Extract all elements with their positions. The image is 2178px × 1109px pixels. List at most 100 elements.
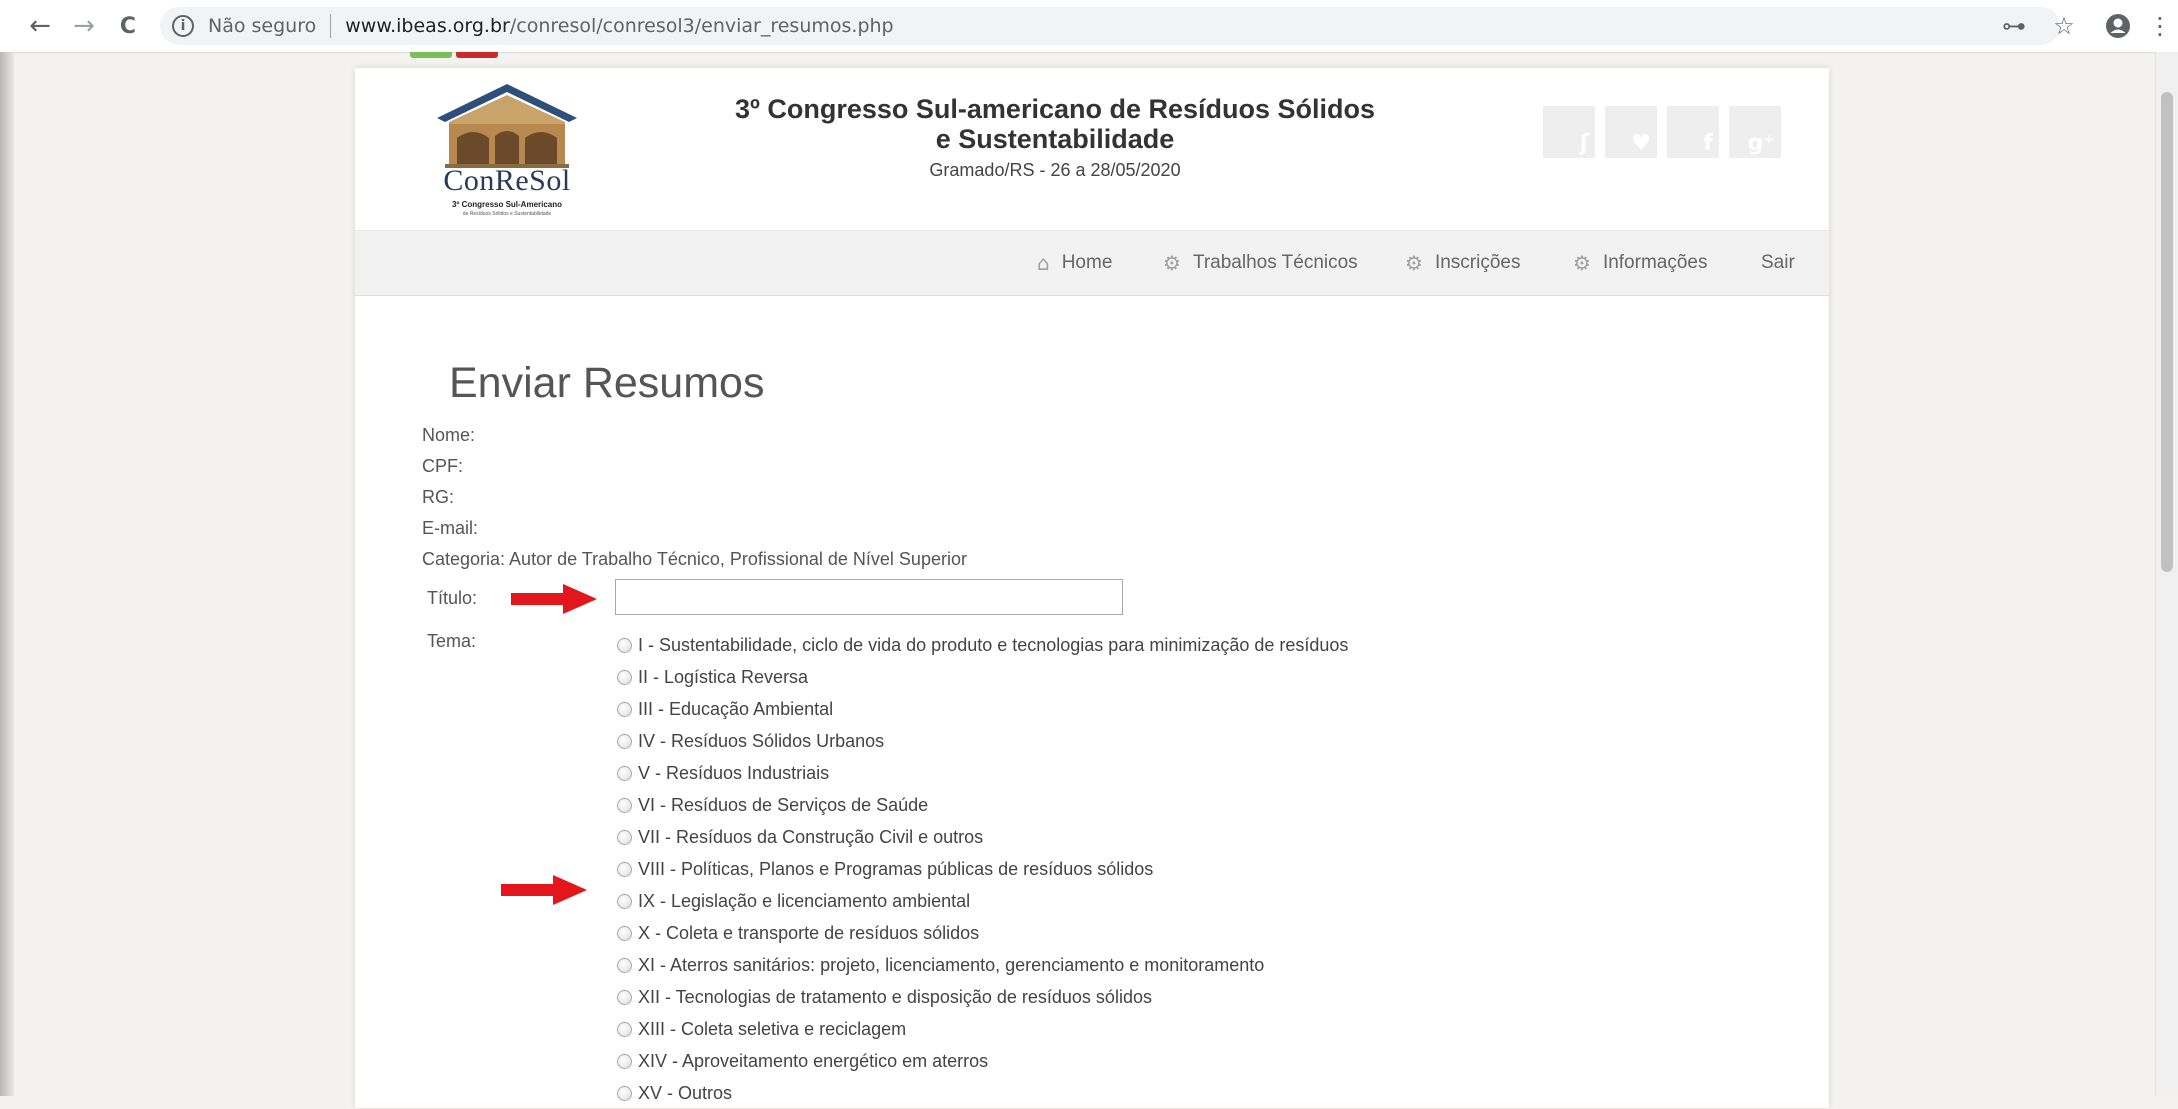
browser-toolbar: ← → C i Não seguro www.ibeas.org.br/conr… — [0, 0, 2178, 53]
address-separator — [330, 14, 332, 38]
tema-option-label: IV - Resíduos Sólidos Urbanos — [638, 730, 885, 751]
tema-option[interactable]: XI - Aterros sanitários: projeto, licenc… — [617, 949, 1264, 981]
menu-item-trabalhos[interactable]: ⚙ Trabalhos Técnicos — [1163, 231, 1358, 295]
tema-option[interactable]: X - Coleta e transporte de resíduos sóli… — [617, 917, 979, 949]
scrollbar[interactable] — [2155, 52, 2178, 1096]
radio-button[interactable] — [617, 733, 632, 749]
tema-option[interactable]: II - Logística Reversa — [617, 661, 808, 693]
menu-icon[interactable]: ⋮ — [2146, 8, 2174, 44]
tema-option[interactable]: VI - Resíduos de Serviços de Saúde — [617, 789, 928, 821]
radio-button[interactable] — [617, 669, 632, 685]
star-icon[interactable]: ☆ — [2046, 8, 2082, 44]
tema-option[interactable]: XIV - Aproveitamento energético em aterr… — [617, 1045, 988, 1077]
radio-button[interactable] — [617, 797, 632, 813]
back-icon[interactable]: ← — [22, 8, 58, 44]
key-icon[interactable]: ⊶ — [1996, 8, 2032, 44]
tema-option-label: XIV - Aproveitamento energético em aterr… — [638, 1050, 989, 1071]
radio-button[interactable] — [617, 701, 632, 717]
tema-label: Tema: — [427, 631, 477, 651]
tema-option[interactable]: VII - Resíduos da Construção Civil e out… — [617, 821, 983, 853]
radio-button[interactable] — [617, 1085, 632, 1101]
tema-option-label: VII - Resíduos da Construção Civil e out… — [638, 826, 984, 847]
tema-option[interactable]: III - Educação Ambiental — [617, 693, 833, 725]
menu-home-label: Home — [1061, 252, 1113, 273]
radio-button[interactable] — [617, 989, 632, 1005]
cpf-label: CPF: — [422, 456, 464, 476]
radio-button[interactable] — [617, 765, 632, 781]
categoria-line: Categoria: Autor de Trabalho Técnico, Pr… — [422, 549, 967, 569]
page-left-edge — [0, 52, 14, 1096]
tema-option[interactable]: XIII - Coleta seletiva e reciclagem — [617, 1013, 906, 1045]
menu-inscricoes-label: Inscrições — [1434, 252, 1521, 273]
tema-option-label: XIII - Coleta seletiva e reciclagem — [638, 1018, 907, 1039]
radio-button[interactable] — [617, 893, 632, 909]
tema-option[interactable]: XV - Outros — [617, 1077, 732, 1109]
menu-trabalhos-label: Trabalhos Técnicos — [1192, 252, 1358, 273]
page-title: Enviar Resumos — [449, 359, 765, 407]
address-bar[interactable]: i Não seguro www.ibeas.org.br/conresol/c… — [160, 7, 2060, 45]
tema-option-label: V - Resíduos Industriais — [638, 762, 830, 783]
home-icon: ⌂ — [1037, 251, 1050, 275]
menu-sair-label: Sair — [1761, 252, 1795, 273]
profile-icon[interactable] — [2100, 8, 2136, 44]
nome-label: Nome: — [422, 425, 476, 445]
rg-label: RG: — [422, 487, 455, 507]
titulo-input[interactable] — [615, 579, 1123, 615]
tema-option-label: XII - Tecnologias de tratamento e dispos… — [638, 986, 1152, 1007]
tema-option-label: I - Sustentabilidade, ciclo de vida do p… — [638, 634, 1349, 655]
facebook-icon[interactable]: f — [1667, 106, 1719, 158]
tema-option[interactable]: I - Sustentabilidade, ciclo de vida do p… — [617, 629, 1348, 661]
info-icon[interactable]: i — [172, 15, 194, 37]
site-header: ConReSol 3º Congresso Sul-Americano de R… — [355, 68, 1829, 230]
site-title: 3º Congresso Sul-americano de Resíduos S… — [735, 94, 1376, 154]
forward-icon[interactable]: → — [66, 8, 102, 44]
gears-icon: ⚙ — [1163, 251, 1181, 275]
tab-peek-green — [410, 52, 452, 58]
tema-option[interactable]: IV - Resíduos Sólidos Urbanos — [617, 725, 884, 757]
logo-wordmark: ConReSol — [443, 164, 571, 197]
gears-icon: ⚙ — [1405, 251, 1423, 275]
titulo-label: Título: — [427, 588, 478, 608]
tema-option[interactable]: VIII - Políticas, Planos e Programas púb… — [617, 853, 1153, 885]
tema-option[interactable]: V - Resíduos Industriais — [617, 757, 829, 789]
twitter-icon[interactable]: ♥ — [1605, 106, 1657, 158]
radio-button[interactable] — [617, 1021, 632, 1037]
content-panel: ConReSol 3º Congresso Sul-Americano de R… — [355, 68, 1829, 1108]
menu-informacoes-label: Informações — [1602, 252, 1708, 273]
menu-item-home[interactable]: ⌂ Home — [1037, 231, 1112, 295]
radio-button[interactable] — [617, 957, 632, 973]
radio-button[interactable] — [617, 861, 632, 877]
tema-option-label: II - Logística Reversa — [638, 666, 809, 687]
rss-icon[interactable]: ʃ — [1543, 106, 1595, 158]
tema-option[interactable]: XII - Tecnologias de tratamento e dispos… — [617, 981, 1152, 1013]
tema-option-label: IX - Legislação e licenciamento ambienta… — [638, 890, 971, 911]
security-label: Não seguro — [208, 15, 317, 37]
menu-item-informacoes[interactable]: ⚙ Informações — [1573, 231, 1707, 295]
logo-building-icon — [437, 84, 577, 168]
menu-item-inscricoes[interactable]: ⚙ Inscrições — [1405, 231, 1520, 295]
reload-icon[interactable]: C — [110, 8, 146, 44]
logo-subtitle-small: de Resíduos Sólidos e Sustentabilidade — [462, 211, 552, 217]
tab-peek-red — [456, 52, 498, 58]
url-domain: www.ibeas.org.br — [345, 15, 510, 37]
radio-button[interactable] — [617, 925, 632, 941]
tema-option-label: XI - Aterros sanitários: projeto, licenc… — [638, 954, 1265, 975]
menu-item-sair[interactable]: Sair — [1761, 231, 1795, 295]
tema-option[interactable]: IX - Legislação e licenciamento ambienta… — [617, 885, 970, 917]
site-subtitle: Gramado/RS - 26 a 28/05/2020 — [929, 160, 1181, 180]
red-arrow-annotation — [511, 584, 597, 614]
tema-option-label: VI - Resíduos de Serviços de Saúde — [638, 794, 929, 815]
radio-button[interactable] — [617, 637, 632, 653]
radio-button[interactable] — [617, 829, 632, 845]
tema-option-label: X - Coleta e transporte de resíduos sóli… — [638, 922, 980, 943]
radio-button[interactable] — [617, 1053, 632, 1069]
email-label: E-mail: — [422, 518, 479, 538]
gears-icon: ⚙ — [1573, 251, 1591, 275]
logo-subtitle: 3º Congresso Sul-Americano — [451, 200, 563, 209]
google-plus-icon[interactable]: g⁺ — [1729, 106, 1781, 158]
conresol-logo[interactable]: ConReSol 3º Congresso Sul-Americano de R… — [427, 80, 587, 220]
main-menu: ⌂ Home ⚙ Trabalhos Técnicos ⚙ Inscrições… — [355, 230, 1829, 296]
tema-option-label: VIII - Políticas, Planos e Programas púb… — [638, 858, 1154, 879]
url-path: /conresol/conresol3/enviar_resumos.php — [509, 15, 894, 37]
scrollbar-thumb[interactable] — [2161, 92, 2173, 572]
